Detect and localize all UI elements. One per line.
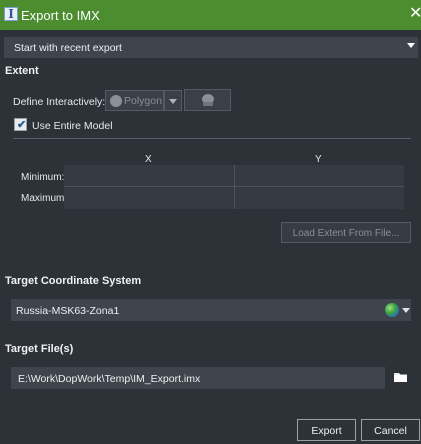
target-files-heading: Target File(s): [5, 343, 74, 355]
use-entire-model-label: Use Entire Model: [32, 120, 113, 132]
app-icon: I: [4, 7, 18, 21]
globe-icon: [385, 303, 399, 317]
export-button-label: Export: [311, 425, 342, 437]
coordinate-system-selector[interactable]: Russia-MSK63-Zona1: [11, 299, 411, 321]
polygon-icon: [110, 95, 122, 107]
maximum-y-cell[interactable]: [235, 187, 404, 209]
load-extent-label: Load Extent From File...: [292, 228, 400, 239]
target-file-path: E:\Work\DopWork\Temp\IM_Export.imx: [18, 373, 201, 385]
window-title: Export to IMX: [21, 8, 100, 23]
maximum-x-cell[interactable]: [64, 187, 234, 209]
maximum-label: Maximum:: [21, 193, 68, 204]
coordinate-system-heading: Target Coordinate System: [5, 275, 142, 287]
cancel-button-label: Cancel: [374, 425, 407, 437]
define-interactively-label: Define Interactively:: [13, 96, 106, 108]
chevron-down-icon: [169, 99, 177, 104]
column-header-x: X: [145, 154, 152, 165]
checkmark-icon: ✔: [17, 119, 27, 131]
cancel-button[interactable]: Cancel: [361, 419, 420, 441]
grid-line: [234, 165, 235, 209]
chevron-down-icon: [407, 43, 415, 48]
polygon-label: Polygon: [124, 95, 162, 107]
coordinate-system-value: Russia-MSK63-Zona1: [16, 305, 120, 317]
close-icon[interactable]: ✕: [409, 3, 421, 22]
target-file-field[interactable]: E:\Work\DopWork\Temp\IM_Export.imx: [11, 367, 385, 389]
minimum-label: Minimum:: [21, 172, 65, 183]
polygon-dropdown-button[interactable]: [164, 90, 182, 111]
export-button[interactable]: Export: [297, 419, 356, 441]
recent-export-dropdown[interactable]: Start with recent export: [4, 37, 418, 58]
minimum-x-cell[interactable]: [64, 165, 234, 186]
divider: [13, 138, 411, 139]
minimum-y-cell[interactable]: [235, 165, 404, 186]
load-extent-button[interactable]: Load Extent From File...: [281, 222, 411, 243]
export-dialog: I Export to IMX ✕ Start with recent expo…: [0, 0, 421, 444]
title-bar[interactable]: I Export to IMX ✕: [0, 0, 421, 30]
chevron-down-icon: [402, 308, 410, 313]
recent-export-label: Start with recent export: [14, 42, 122, 54]
use-entire-model-checkbox[interactable]: ✔: [14, 118, 27, 131]
pick-region-icon: [202, 94, 214, 106]
column-header-y: Y: [315, 154, 322, 165]
polygon-button[interactable]: Polygon: [105, 90, 164, 111]
folder-icon[interactable]: [393, 370, 408, 384]
pick-extent-button[interactable]: [184, 89, 231, 111]
extent-heading: Extent: [5, 65, 39, 77]
